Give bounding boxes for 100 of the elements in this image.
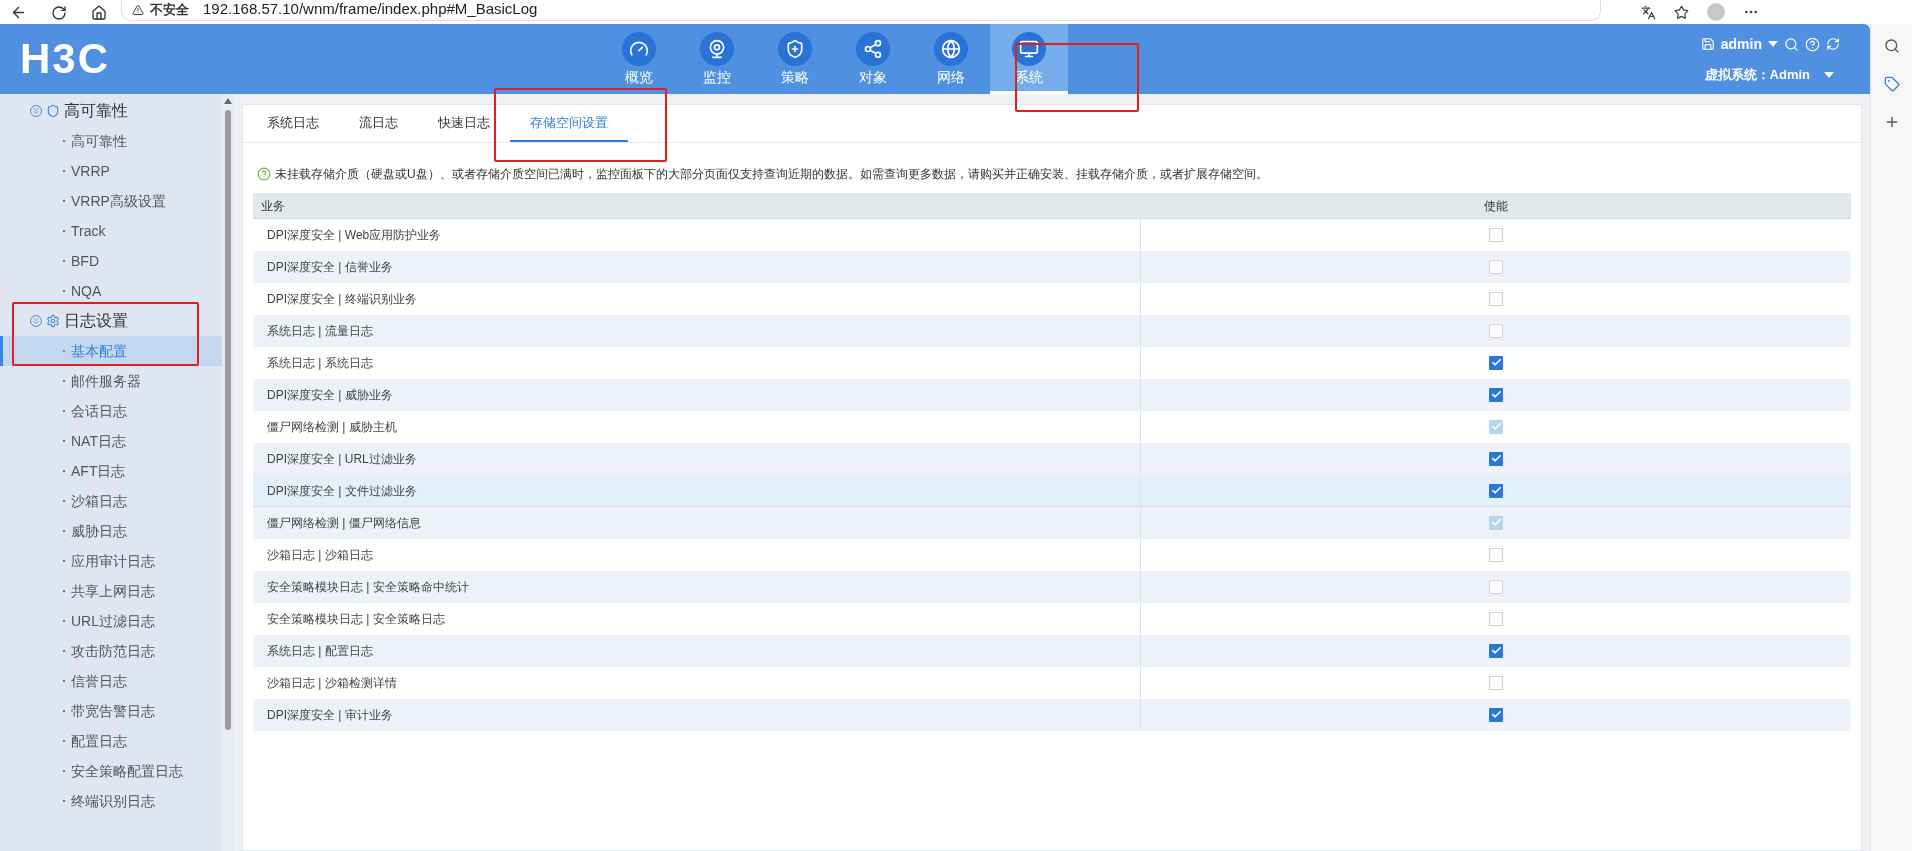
expand-icon[interactable] (30, 105, 42, 117)
logo: H3C (20, 38, 111, 80)
sidebar-item[interactable]: URL过滤日志 (0, 606, 222, 636)
sidebar-item[interactable]: VRRP高级设置 (0, 186, 222, 216)
tag-icon[interactable] (1883, 76, 1900, 92)
table-row[interactable]: DPI深度安全 | 审计业务 (253, 699, 1851, 731)
table-cell-text: DPI深度安全 | 信誉业务 (267, 258, 393, 276)
help-icon[interactable] (1805, 36, 1820, 52)
table-cell-text: 系统日志 | 系统日志 (267, 354, 373, 372)
table-cell-text: DPI深度安全 | 终端识别业务 (267, 290, 417, 308)
notice-text: 未挂载存储介质（硬盘或U盘）、或者存储介质空间已满时，监控面板下的大部分页面仅支持查询近期的数据。如需查询更多数据，请购买并正确安装、挂载存储介质，或者扩展存储空间。 (275, 166, 1268, 183)
sidebar-item[interactable]: 终端识别日志 (0, 786, 222, 816)
nav-tab[interactable]: 对象 (834, 24, 912, 94)
tab[interactable]: 快速日志 (418, 105, 510, 142)
sidebar-group[interactable]: 高可靠性 (64, 99, 128, 123)
home-icon[interactable] (91, 5, 107, 21)
sidebar-item[interactable]: 配置日志 (0, 726, 222, 756)
sidebar-item[interactable]: NAT日志 (0, 426, 222, 456)
table-row[interactable]: 系统日志 | 配置日志 (253, 635, 1851, 667)
sidebar-item[interactable]: 威胁日志 (0, 516, 222, 546)
reload-icon[interactable] (51, 5, 67, 21)
table-row[interactable]: 安全策略模块日志 | 安全策略命中统计 (253, 571, 1851, 603)
table-cell-text: DPI深度安全 | 文件过滤业务 (267, 482, 417, 500)
column-header: 业务 (260, 197, 286, 215)
checkbox[interactable] (1489, 579, 1503, 594)
sidebar-item[interactable]: 会话日志 (0, 396, 222, 426)
caret-icon (1824, 71, 1834, 78)
checkbox[interactable] (1489, 259, 1503, 274)
nav-tab[interactable]: 网络 (912, 24, 990, 94)
table-cell-text: DPI深度安全 | 威胁业务 (267, 386, 393, 404)
share-icon (856, 31, 890, 66)
sidebar-item[interactable]: 信誉日志 (0, 666, 222, 696)
checkbox[interactable] (1489, 483, 1503, 498)
sidebar-item[interactable]: VRRP (0, 156, 222, 186)
table-cell-text: 僵尸网络检测 | 僵尸网络信息 (267, 514, 421, 532)
nav-tab[interactable]: 策略 (756, 24, 834, 94)
gear-icon (46, 314, 60, 328)
checkbox[interactable] (1489, 643, 1503, 658)
table-row[interactable]: DPI深度安全 | URL过滤业务 (253, 443, 1851, 475)
monitor-icon (1012, 31, 1046, 66)
checkbox[interactable] (1489, 451, 1503, 466)
nav-tab[interactable]: 概览 (600, 24, 678, 94)
table-cell-text: DPI深度安全 | Web应用防护业务 (267, 226, 442, 244)
checkbox[interactable] (1489, 547, 1503, 562)
back-icon[interactable] (10, 4, 27, 21)
address-field[interactable]: 不安全 192.168.57.10/wnm/frame/index.php#M_BasicLog (121, 0, 1601, 21)
expand-icon[interactable] (30, 315, 42, 327)
table-cell-text: 系统日志 | 配置日志 (267, 642, 373, 660)
checkbox[interactable] (1489, 227, 1503, 242)
checkbox[interactable] (1489, 707, 1503, 722)
table-cell-text: DPI深度安全 | 审计业务 (267, 706, 393, 724)
tab[interactable]: 系统日志 (247, 105, 339, 142)
sidebar-item[interactable]: 应用审计日志 (0, 546, 222, 576)
translate-icon[interactable] (1641, 4, 1656, 20)
favorite-icon[interactable] (1674, 4, 1689, 20)
table-cell-text: DPI深度安全 | URL过滤业务 (267, 450, 417, 468)
virtual-system-selector[interactable]: 虚拟系统：Admin (1704, 64, 1810, 85)
sidebar-item[interactable]: NQA (0, 276, 222, 306)
sidebar-item[interactable]: 安全策略配置日志 (0, 756, 222, 786)
table-row[interactable]: 系统日志 | 流量日志 (253, 315, 1851, 347)
sidebar-item[interactable]: 沙箱日志 (0, 486, 222, 516)
scrollbar-thumb[interactable] (225, 110, 231, 730)
sidebar-item[interactable]: 邮件服务器 (0, 366, 222, 396)
checkbox[interactable] (1489, 675, 1503, 690)
checkbox[interactable] (1489, 291, 1503, 306)
table-cell-text: 沙箱日志 | 沙箱检测详情 (267, 674, 397, 692)
table-cell-text: 系统日志 | 流量日志 (267, 322, 373, 340)
checkbox[interactable] (1489, 387, 1503, 402)
sidebar-item[interactable]: 高可靠性 (0, 126, 222, 156)
search-icon[interactable] (1883, 38, 1900, 54)
warning-icon (132, 3, 144, 16)
help-icon (257, 167, 271, 181)
user-menu[interactable]: admin (1720, 33, 1762, 55)
sidebar-group[interactable]: 日志设置 (64, 309, 128, 333)
search-icon[interactable] (1784, 36, 1799, 52)
tab[interactable]: 存储空间设置 (510, 105, 628, 142)
security-label[interactable]: 不安全 (150, 0, 189, 20)
tab[interactable]: 流日志 (339, 105, 418, 142)
shield-icon (778, 31, 812, 66)
gauge-icon (622, 31, 656, 66)
avatar-icon[interactable] (1707, 3, 1725, 21)
sidebar-item[interactable]: AFT日志 (0, 456, 222, 486)
checkbox[interactable] (1489, 323, 1503, 338)
sidebar-item[interactable]: 共享上网日志 (0, 576, 222, 606)
refresh-icon[interactable] (1826, 37, 1840, 52)
globe-icon (934, 31, 968, 66)
table-row[interactable]: DPI深度安全 | 信誉业务 (253, 251, 1851, 283)
sidebar-item[interactable]: 攻击防范日志 (0, 636, 222, 666)
sidebar-item[interactable]: 带宽告警日志 (0, 696, 222, 726)
save-icon[interactable] (1700, 37, 1715, 52)
checkbox[interactable] (1489, 611, 1503, 626)
table-row[interactable]: DPI深度安全 | 文件过滤业务 (253, 475, 1851, 507)
sidebar-item[interactable]: Track (0, 216, 222, 246)
sidebar-item[interactable]: BFD (0, 246, 222, 276)
caret-icon (1768, 41, 1778, 48)
checkbox[interactable] (1489, 355, 1503, 370)
table-row[interactable]: DPI深度安全 | 威胁业务 (253, 379, 1851, 411)
table-cell-text: 安全策略模块日志 | 安全策略命中统计 (267, 578, 469, 596)
nav-tab[interactable]: 监控 (678, 24, 756, 94)
scroll-up-icon[interactable] (224, 98, 232, 104)
